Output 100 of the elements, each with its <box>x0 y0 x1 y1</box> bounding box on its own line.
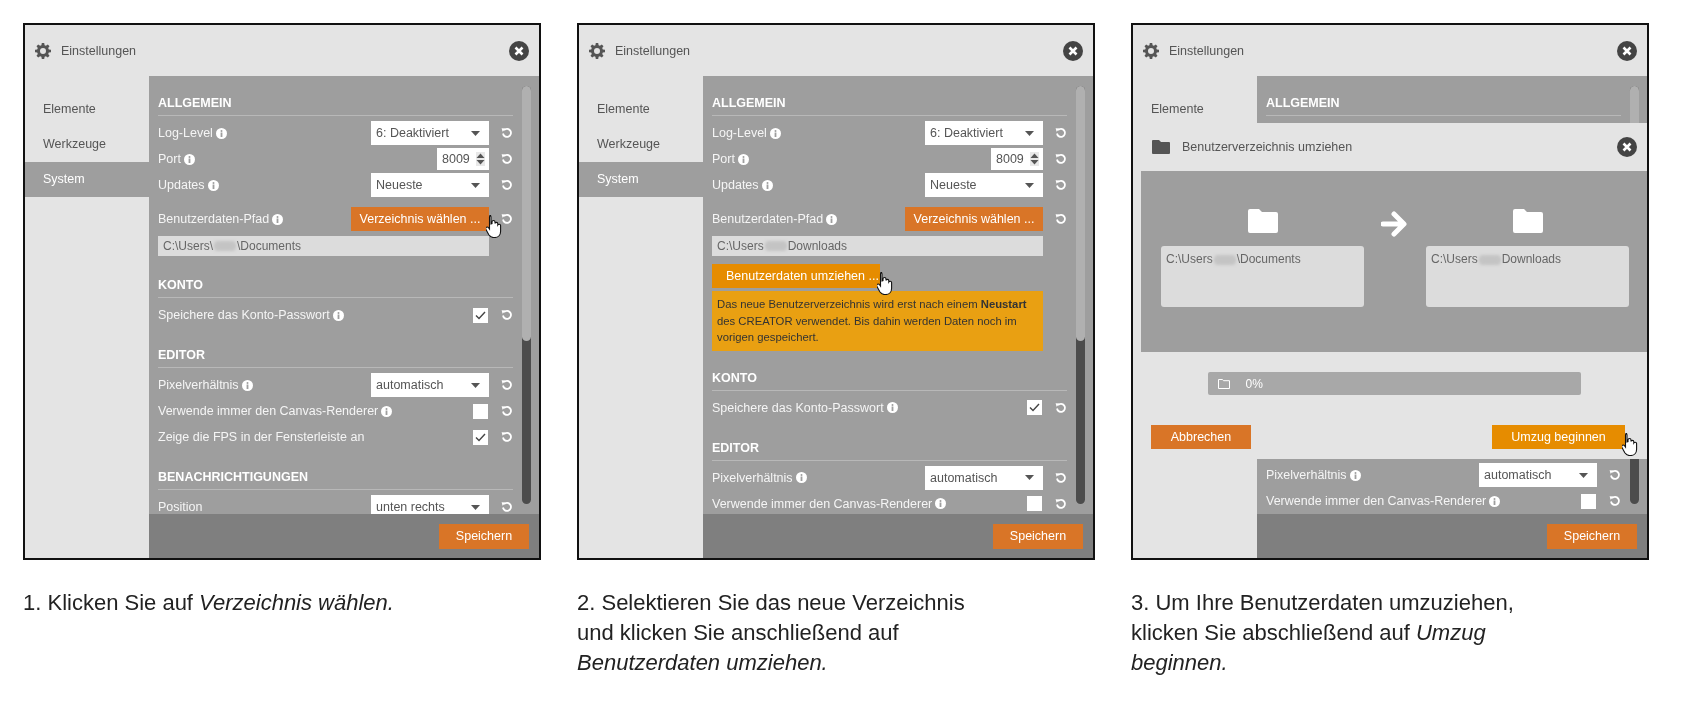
setting-label: Zeige die FPS in der Fensterleiste an <box>158 430 365 444</box>
info-icon[interactable] <box>769 127 781 139</box>
sidebar-item[interactable]: Elemente <box>25 92 149 127</box>
section-heading: BENACHRICHTIGUNGEN <box>158 450 513 490</box>
progress-label: 0% <box>1245 376 1263 391</box>
reset-icon[interactable] <box>501 379 513 391</box>
arrow-right-icon <box>1381 211 1409 237</box>
info-icon[interactable] <box>381 405 393 417</box>
sidebar-item[interactable]: Werkzeuge <box>25 127 149 162</box>
info-icon[interactable] <box>183 153 195 165</box>
dropdown[interactable]: automatisch <box>1479 463 1597 487</box>
info-icon[interactable] <box>272 213 284 225</box>
save-button[interactable]: Speichern <box>993 523 1083 549</box>
close-button[interactable] <box>509 40 529 61</box>
checkbox[interactable] <box>1027 496 1042 511</box>
setting-label: Port <box>158 152 181 166</box>
sidebar-item[interactable]: Elemente <box>579 92 703 127</box>
folder-outline-icon <box>1217 378 1230 389</box>
reset-icon[interactable] <box>501 431 513 443</box>
save-button[interactable]: Speichern <box>1547 523 1637 549</box>
reset-icon[interactable] <box>1055 401 1067 414</box>
path-field[interactable]: C:\Users Downloads <box>712 236 1043 256</box>
choose-folder-button[interactable]: Verzeichnis wählen ... <box>351 207 489 231</box>
reset-icon[interactable] <box>501 127 513 139</box>
reset-icon[interactable] <box>1055 471 1067 484</box>
reset-icon[interactable] <box>501 405 513 417</box>
dropdown[interactable]: 6: Deaktiviert <box>371 121 489 145</box>
caret-down-icon <box>471 130 480 136</box>
path-field[interactable]: C:\Users \Documents <box>1161 246 1364 307</box>
close-button[interactable] <box>1617 40 1637 61</box>
caret-down-icon <box>471 182 480 188</box>
window-title: Einstellungen <box>1169 43 1246 58</box>
reset-icon[interactable] <box>1055 497 1067 510</box>
section-heading: KONTO <box>158 258 513 298</box>
info-icon[interactable] <box>1489 495 1501 507</box>
number-field[interactable]: 8009 <box>437 148 489 170</box>
setting-label: Verwende immer den Canvas-Renderer <box>712 496 933 511</box>
setting-label: Verwende immer den Canvas-Renderer <box>158 404 379 418</box>
spinner-icon[interactable] <box>476 152 485 166</box>
path-field[interactable]: C:\Users\ \Documents <box>158 236 489 256</box>
reset-icon[interactable] <box>1609 495 1621 507</box>
dropdown[interactable]: unten rechts <box>371 495 489 514</box>
checkbox[interactable] <box>473 403 488 419</box>
caret-down-icon <box>1025 130 1034 136</box>
reset-icon[interactable] <box>501 153 513 165</box>
save-button[interactable]: Speichern <box>439 523 529 549</box>
caret-down-icon <box>1025 182 1034 188</box>
checkbox[interactable] <box>473 429 488 445</box>
reset-icon[interactable] <box>1609 469 1621 481</box>
gear-icon <box>589 42 605 59</box>
info-icon[interactable] <box>795 472 807 483</box>
sidebar-item[interactable]: Werkzeuge <box>579 127 703 162</box>
info-icon[interactable] <box>241 379 253 391</box>
reset-icon[interactable] <box>501 213 513 225</box>
checkbox[interactable] <box>473 307 488 323</box>
info-icon[interactable] <box>886 402 898 413</box>
reset-icon[interactable] <box>501 501 513 513</box>
caret-down-icon <box>1579 472 1588 478</box>
path-field[interactable]: C:\Users Downloads <box>1426 246 1629 307</box>
section-heading: ALLGEMEIN <box>712 76 1067 116</box>
scrollbar[interactable] <box>1076 86 1085 504</box>
info-icon[interactable] <box>761 179 773 191</box>
setting-label: Log-Level <box>158 126 213 140</box>
gear-icon <box>35 42 51 59</box>
number-field[interactable]: 8009 <box>991 148 1043 170</box>
reset-icon[interactable] <box>1055 153 1067 165</box>
spinner-icon[interactable] <box>1030 152 1039 166</box>
checkbox[interactable] <box>1027 400 1042 415</box>
close-button[interactable] <box>1617 137 1637 157</box>
reset-icon[interactable] <box>501 309 513 321</box>
reset-icon[interactable] <box>501 179 513 191</box>
dropdown[interactable]: 6: Deaktiviert <box>925 121 1043 145</box>
caption: 3. Um Ihre Benutzerdaten umzuziehen, klicken Sie abschließend auf Umzug beginnen. <box>1131 589 1515 677</box>
setting-label: Pixelverhältnis <box>1266 468 1347 482</box>
dropdown[interactable]: automatisch <box>371 373 489 397</box>
setting-label: Position <box>158 500 203 514</box>
info-icon[interactable] <box>826 213 838 225</box>
redaction-blur <box>1213 255 1236 265</box>
dropdown[interactable]: Neueste <box>925 173 1043 197</box>
info-icon[interactable] <box>737 153 749 165</box>
info-icon[interactable] <box>332 309 344 321</box>
checkmark-icon <box>1029 403 1040 412</box>
close-button[interactable] <box>1063 40 1083 61</box>
cancel-button[interactable]: Abbrechen <box>1151 425 1251 449</box>
checkmark-icon <box>475 432 486 442</box>
choose-folder-button[interactable]: Verzeichnis wählen ... <box>905 207 1043 231</box>
reset-icon[interactable] <box>1055 213 1067 225</box>
info-icon[interactable] <box>1349 469 1361 481</box>
dropdown[interactable]: Neueste <box>371 173 489 197</box>
info-icon[interactable] <box>207 179 219 191</box>
sidebar-item[interactable]: Elemente <box>1133 92 1257 127</box>
info-icon[interactable] <box>215 127 227 139</box>
info-icon[interactable] <box>935 498 947 509</box>
checkbox[interactable] <box>1581 493 1596 509</box>
reset-icon[interactable] <box>1055 127 1067 139</box>
window-title: Einstellungen <box>615 43 692 58</box>
reset-icon[interactable] <box>1055 179 1067 191</box>
dropdown[interactable]: automatisch <box>925 465 1043 490</box>
redaction-blur <box>214 241 236 251</box>
scrollbar[interactable] <box>522 86 531 504</box>
